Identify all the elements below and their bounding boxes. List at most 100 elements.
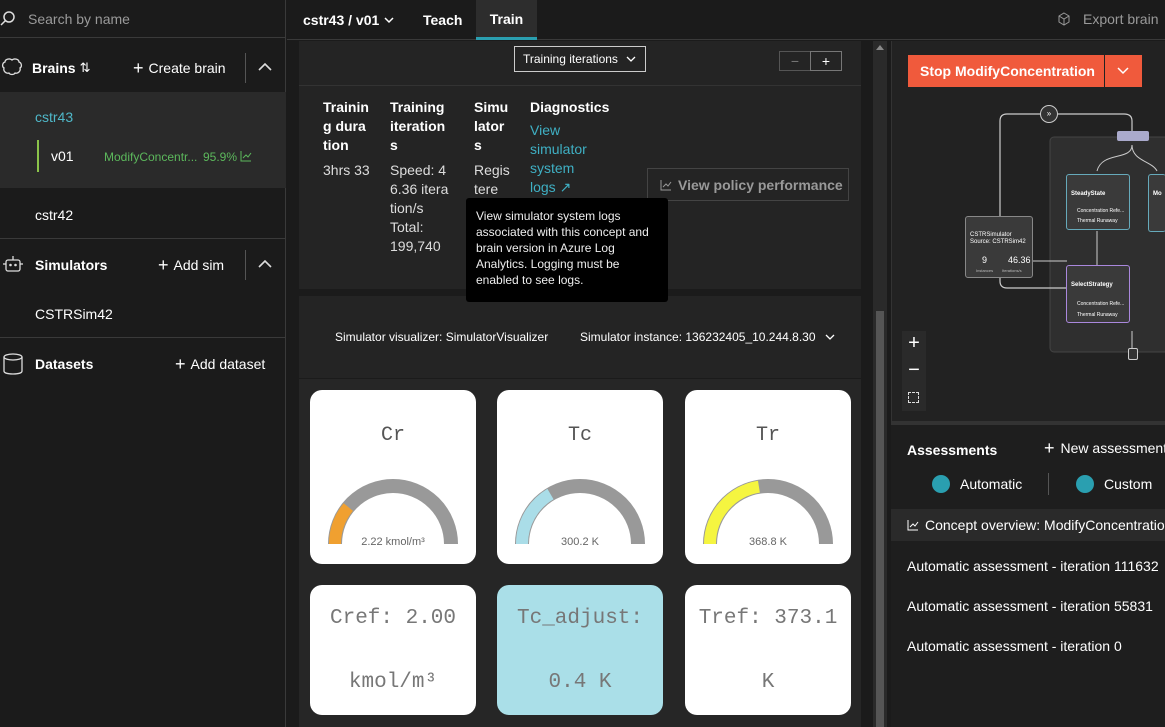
node-row: Thermal Runaway [1077, 218, 1118, 224]
scroll-up-arrow[interactable] [876, 45, 884, 50]
diagnostics-stat: Diagnostics View simulator system logs ↗ [530, 98, 620, 197]
simulator-instance-dropdown[interactable]: Simulator instance: 136232405_10.244.8.3… [580, 330, 836, 344]
search-input[interactable]: Search by name [28, 11, 130, 27]
node-row: Concentration Refe... [1077, 301, 1125, 307]
brains-section-header: Brains ⇅ + Create brain [0, 43, 286, 93]
node-title: Mo [1153, 191, 1162, 197]
new-assessment-button[interactable]: + New assessment [1044, 439, 1165, 457]
box-line2: K [761, 671, 775, 694]
selectstrategy-node[interactable]: SelectStrategy Concentration Refe... The… [1066, 265, 1130, 323]
steadystate-node[interactable]: SteadyState Concentration Refe... Therma… [1066, 174, 1130, 230]
scrollbar[interactable] [873, 41, 887, 727]
visualizer-area: Cr 2.22 kmol/m³ Tc 300.2 K Tr 368.8 K Cr… [299, 379, 861, 727]
graph-start-node[interactable]: » [1040, 105, 1058, 123]
version-percent: 95.9% [203, 150, 238, 164]
assessments-title: Assessments [907, 442, 998, 458]
assessment-label: Automatic assessment - iteration 0 [907, 638, 1122, 654]
simulators-title: Simulators [35, 257, 108, 273]
visualizer-label: Simulator visualizer: SimulatorVisualize… [335, 330, 549, 344]
tab-train-label: Train [489, 10, 524, 27]
filter-label: Automatic [960, 476, 1023, 492]
assessment-item[interactable]: Automatic assessment - iteration 55831 [907, 598, 1153, 614]
brain-name: cstr43 [35, 109, 74, 125]
concept-overview-link[interactable]: Concept overview: ModifyConcentratio [891, 509, 1165, 541]
box-line1: Tc_adjust: [516, 607, 644, 630]
zoom-out-button[interactable]: − [779, 51, 811, 71]
logs-tooltip: View simulator system logs associated wi… [466, 198, 668, 302]
tab-train[interactable]: Train [476, 0, 537, 40]
gauge-cr: Cr 2.22 kmol/m³ [310, 390, 476, 564]
chevron-up-icon[interactable] [256, 58, 274, 76]
filter-automatic[interactable]: Automatic [932, 475, 1022, 493]
sidebar-item-cstr43[interactable]: cstr43 v01 ModifyConcentr... 95.9% [0, 92, 286, 188]
assessments-panel: Assessments + New assessment Automatic C… [891, 425, 1165, 727]
zoom-controls: + − [902, 331, 926, 411]
scrollbar-thumb[interactable] [876, 311, 884, 727]
box-line1: Tref: 373.1 [698, 607, 838, 630]
add-dataset-label: Add dataset [190, 356, 266, 372]
database-icon [2, 352, 24, 376]
zoom-in-button[interactable]: + [810, 51, 842, 71]
cube-icon [1057, 12, 1071, 26]
stat-header: Simulators [474, 99, 509, 153]
chart-icon [907, 519, 919, 531]
sidebar-item-cstrsim42[interactable]: CSTRSim42 [0, 294, 286, 334]
search-box[interactable]: Search by name [0, 0, 286, 38]
sort-icon[interactable]: ⇅ [80, 60, 91, 76]
node-row: Thermal Runaway [1077, 312, 1118, 318]
datasets-section-header: Datasets + Add dataset [0, 339, 286, 389]
chart-select-value: Training iterations [523, 52, 618, 66]
check-circle-icon [932, 475, 950, 493]
graph-end-node [1128, 348, 1138, 360]
export-brain-button[interactable]: Export brain [1057, 11, 1158, 27]
instance-label: Simulator instance: 136232405_10.244.8.3… [580, 330, 816, 344]
chart-select-dropdown[interactable]: Training iterations [514, 46, 646, 72]
simulators-section-header: Simulators + Add sim [0, 240, 286, 290]
zoom-out-button[interactable]: − [902, 358, 926, 384]
tooltip-text: View simulator system logs associated wi… [476, 209, 649, 287]
fit-screen-icon[interactable] [908, 392, 919, 403]
left-sidebar: Search by name Brains ⇅ + Create brain c… [0, 0, 286, 727]
sidebar-item-cstr42[interactable]: cstr42 [0, 195, 286, 235]
training-iterations-stat: Training iterations Speed: 46.36 iterati… [390, 98, 452, 256]
node-value: 9 [982, 255, 988, 265]
view-logs-link[interactable]: View simulator system logs ↗ [530, 121, 592, 197]
box-line2: kmol/m³ [348, 671, 438, 694]
plus-icon: + [175, 354, 186, 374]
filter-custom[interactable]: Custom [1076, 475, 1152, 493]
brains-title: Brains [32, 60, 76, 76]
chevron-up-icon[interactable] [256, 255, 274, 273]
node-source: Source: CSTRSim42 [970, 239, 1026, 245]
box-line2: 0.4 K [548, 671, 612, 694]
assessment-label: Automatic assessment - iteration 55831 [907, 598, 1153, 614]
modify-node[interactable]: Mo [1148, 174, 1165, 232]
tab-teach[interactable]: Teach [423, 0, 462, 40]
simulators-stat: Simulators Registere [474, 98, 512, 203]
version-row[interactable]: v01 ModifyConcentr... 95.9% [37, 140, 286, 172]
zoom-in-button[interactable]: + [902, 331, 926, 357]
right-panel: Stop ModifyConcentration » CSTRSimulator… [891, 41, 1165, 727]
check-circle-icon [1076, 475, 1094, 493]
simulator-node[interactable]: CSTRSimulator Source: CSTRSim42 9 46.36 … [965, 216, 1033, 278]
assessment-item[interactable]: Automatic assessment - iteration 0 [907, 638, 1122, 654]
node-title: SteadyState [1071, 191, 1106, 197]
view-logs-label: View simulator system logs [530, 122, 587, 195]
simulator-name: CSTRSim42 [35, 306, 113, 322]
divider [299, 85, 861, 86]
add-sim-button[interactable]: + Add sim [158, 256, 224, 274]
view-policy-performance-button[interactable]: View policy performance [647, 168, 849, 201]
chevron-down-icon [824, 331, 836, 343]
robot-icon [2, 254, 24, 276]
assessment-item[interactable]: Automatic assessment - iteration 111632 [907, 558, 1159, 574]
chevron-down-icon [383, 14, 395, 26]
add-dataset-button[interactable]: + Add dataset [175, 354, 266, 374]
version-indicator [37, 140, 39, 172]
create-brain-button[interactable]: + Create brain [133, 59, 226, 77]
concept-overview-label: Concept overview: ModifyConcentratio [925, 517, 1165, 533]
gauge-value: 300.2 K [561, 536, 599, 548]
breadcrumb[interactable]: cstr43 / v01 [303, 0, 395, 40]
divider [1048, 473, 1049, 495]
divider [245, 53, 246, 83]
tref-box: Tref: 373.1 K [685, 585, 851, 715]
top-bar: cstr43 / v01 Teach Train Export brain [287, 0, 1165, 40]
